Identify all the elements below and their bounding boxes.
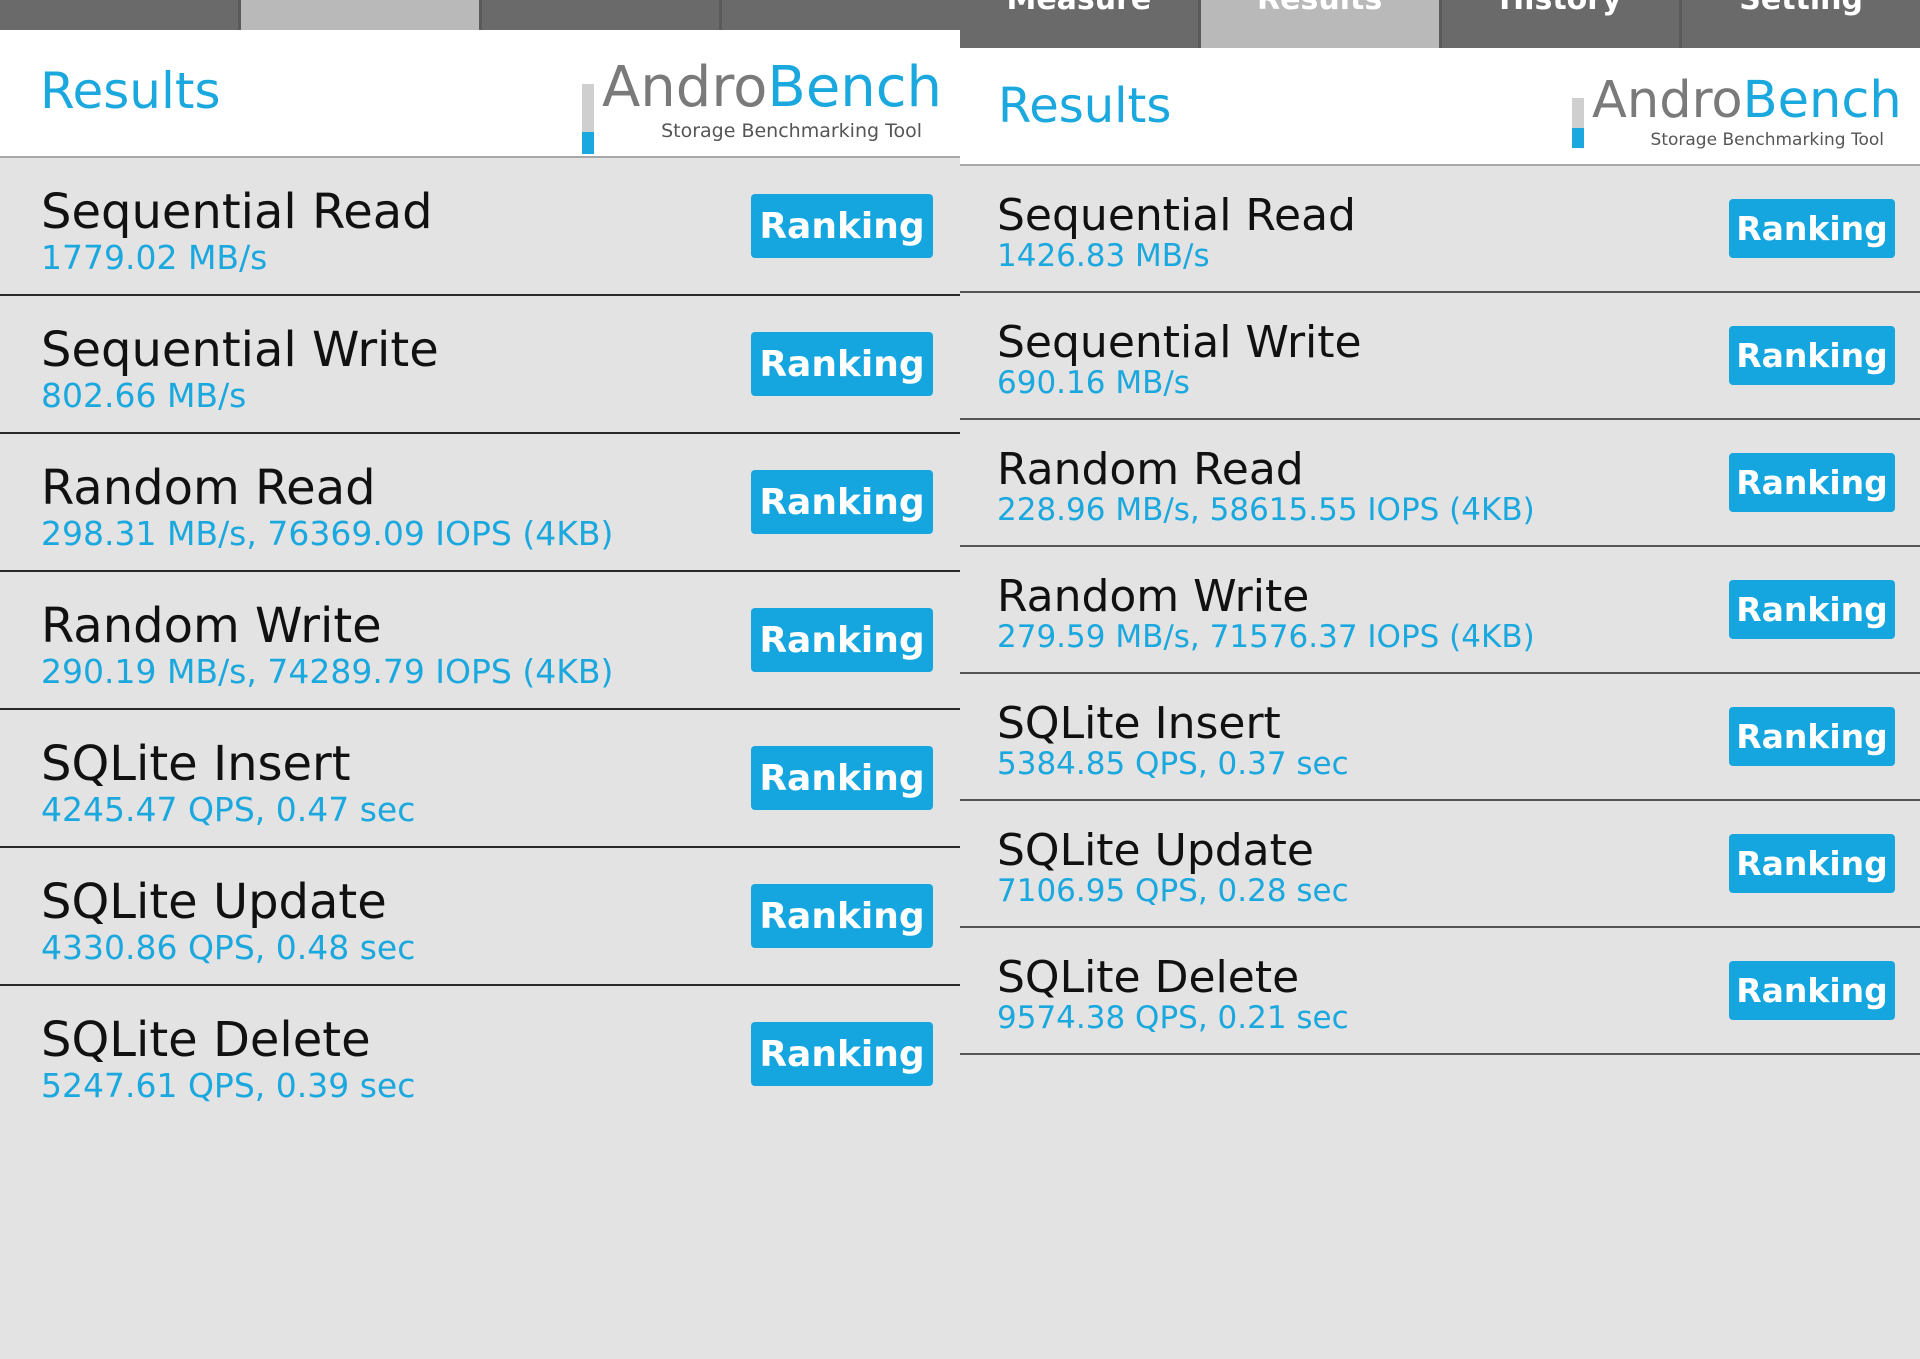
result-row: SQLite Delete 5247.61 QPS, 0.39 sec Rankin…	[0, 986, 960, 1124]
result-row: Sequential Write 690.16 MB/s Ranking	[960, 293, 1920, 420]
result-row: SQLite Insert 4245.47 QPS, 0.47 sec Rankin…	[0, 710, 960, 848]
ranking-button[interactable]: Ranking	[1729, 834, 1895, 893]
result-value: 9574.38 QPS, 0.21 sec	[997, 1000, 1349, 1036]
result-name: SQLite Update	[997, 825, 1314, 876]
result-value: 4245.47 QPS, 0.47 sec	[41, 790, 416, 829]
result-row: Random Write 290.19 MB/s, 74289.79 IOPS (…	[0, 572, 960, 710]
result-row: SQLite Delete 9574.38 QPS, 0.21 sec Rankin…	[960, 928, 1920, 1055]
result-value: 4330.86 QPS, 0.48 sec	[41, 928, 416, 967]
header: Results AndroBench Storage Benchmarking …	[0, 30, 960, 158]
result-value: 1779.02 MB/s	[41, 238, 268, 277]
result-row: Sequential Read 1779.02 MB/s Ranking	[0, 158, 960, 296]
ranking-button[interactable]: Ranking	[751, 608, 933, 672]
ranking-button[interactable]: Ranking	[1729, 453, 1895, 512]
result-name: Random Read	[997, 444, 1304, 495]
result-value: 5247.61 QPS, 0.39 sec	[41, 1066, 416, 1105]
ranking-button[interactable]: Ranking	[751, 332, 933, 396]
result-row: Random Write 279.59 MB/s, 71576.37 IOPS (…	[960, 547, 1920, 674]
result-list: Sequential Read 1779.02 MB/s Ranking Sequen…	[0, 158, 960, 1124]
result-row: Random Read 298.31 MB/s, 76369.09 IOPS (4…	[0, 434, 960, 572]
logo-bar-icon	[1572, 98, 1584, 148]
result-value: 279.59 MB/s, 71576.37 IOPS (4KB)	[997, 619, 1535, 655]
result-value: 298.31 MB/s, 76369.09 IOPS (4KB)	[41, 514, 614, 553]
result-name: Random Write	[997, 571, 1310, 622]
result-list: Sequential Read 1426.83 MB/s Ranking Sequen…	[960, 166, 1920, 1055]
result-value: 5384.85 QPS, 0.37 sec	[997, 746, 1349, 782]
result-name: SQLite Update	[41, 874, 387, 930]
result-value: 690.16 MB/s	[997, 365, 1190, 401]
tab-history[interactable]	[482, 0, 723, 30]
ranking-button[interactable]: Ranking	[751, 746, 933, 810]
result-name: Random Read	[41, 460, 376, 516]
result-value: 7106.95 QPS, 0.28 sec	[997, 873, 1349, 909]
ranking-button[interactable]: Ranking	[751, 194, 933, 258]
tab-measure[interactable]: Measure	[960, 0, 1201, 48]
tab-setting[interactable]: Setting	[1682, 0, 1920, 48]
tab-history[interactable]: History	[1442, 0, 1683, 48]
result-value: 802.66 MB/s	[41, 376, 247, 415]
ranking-button[interactable]: Ranking	[1729, 326, 1895, 385]
result-name: SQLite Delete	[997, 952, 1300, 1003]
result-value: 290.19 MB/s, 74289.79 IOPS (4KB)	[41, 652, 614, 691]
logo-wordmark: AndroBench	[602, 55, 943, 120]
result-row: Sequential Write 802.66 MB/s Ranking	[0, 296, 960, 434]
result-name: SQLite Delete	[41, 1012, 371, 1068]
ranking-button[interactable]: Ranking	[1729, 580, 1895, 639]
result-name: SQLite Insert	[997, 698, 1281, 749]
result-name: SQLite Insert	[41, 736, 351, 792]
ranking-button[interactable]: Ranking	[751, 470, 933, 534]
logo-subtitle: Storage Benchmarking Tool	[661, 120, 922, 142]
tab-results[interactable]: Results	[1200, 0, 1442, 48]
result-value: 228.96 MB/s, 58615.55 IOPS (4KB)	[997, 492, 1535, 528]
tab-bar: Measure Results History Setting	[960, 0, 1920, 48]
result-value: 1426.83 MB/s	[997, 238, 1210, 274]
result-row: SQLite Insert 5384.85 QPS, 0.37 sec Rankin…	[960, 674, 1920, 801]
logo-bar-icon	[582, 84, 594, 154]
result-row: SQLite Update 4330.86 QPS, 0.48 sec Rankin…	[0, 848, 960, 986]
tab-results[interactable]	[240, 0, 482, 30]
logo-wordmark: AndroBench	[1592, 71, 1902, 130]
ranking-button[interactable]: Ranking	[1729, 961, 1895, 1020]
left-screen: Results AndroBench Storage Benchmarking …	[0, 0, 960, 1359]
right-screen: Measure Results History Setting Results …	[960, 0, 1920, 1359]
tab-setting[interactable]	[722, 0, 960, 30]
result-name: Sequential Write	[41, 322, 439, 378]
result-name: Random Write	[41, 598, 382, 654]
result-row: Random Read 228.96 MB/s, 58615.55 IOPS (4…	[960, 420, 1920, 547]
tab-bar	[0, 0, 960, 30]
logo-subtitle: Storage Benchmarking Tool	[1650, 130, 1884, 150]
ranking-button[interactable]: Ranking	[1729, 707, 1895, 766]
ranking-button[interactable]: Ranking	[1729, 199, 1895, 258]
result-name: Sequential Read	[41, 184, 433, 240]
result-row: SQLite Update 7106.95 QPS, 0.28 sec Rankin…	[960, 801, 1920, 928]
page-title: Results	[40, 62, 221, 120]
androbench-logo: AndroBench Storage Benchmarking Tool	[1572, 70, 1902, 150]
androbench-logo: AndroBench Storage Benchmarking Tool	[582, 54, 942, 154]
ranking-button[interactable]: Ranking	[751, 1022, 933, 1086]
tab-measure[interactable]	[0, 0, 241, 30]
result-name: Sequential Write	[997, 317, 1362, 368]
result-row: Sequential Read 1426.83 MB/s Ranking	[960, 166, 1920, 293]
page-title: Results	[998, 78, 1172, 134]
header: Results AndroBench Storage Benchmarking …	[960, 48, 1920, 166]
ranking-button[interactable]: Ranking	[751, 884, 933, 948]
result-name: Sequential Read	[997, 190, 1356, 241]
